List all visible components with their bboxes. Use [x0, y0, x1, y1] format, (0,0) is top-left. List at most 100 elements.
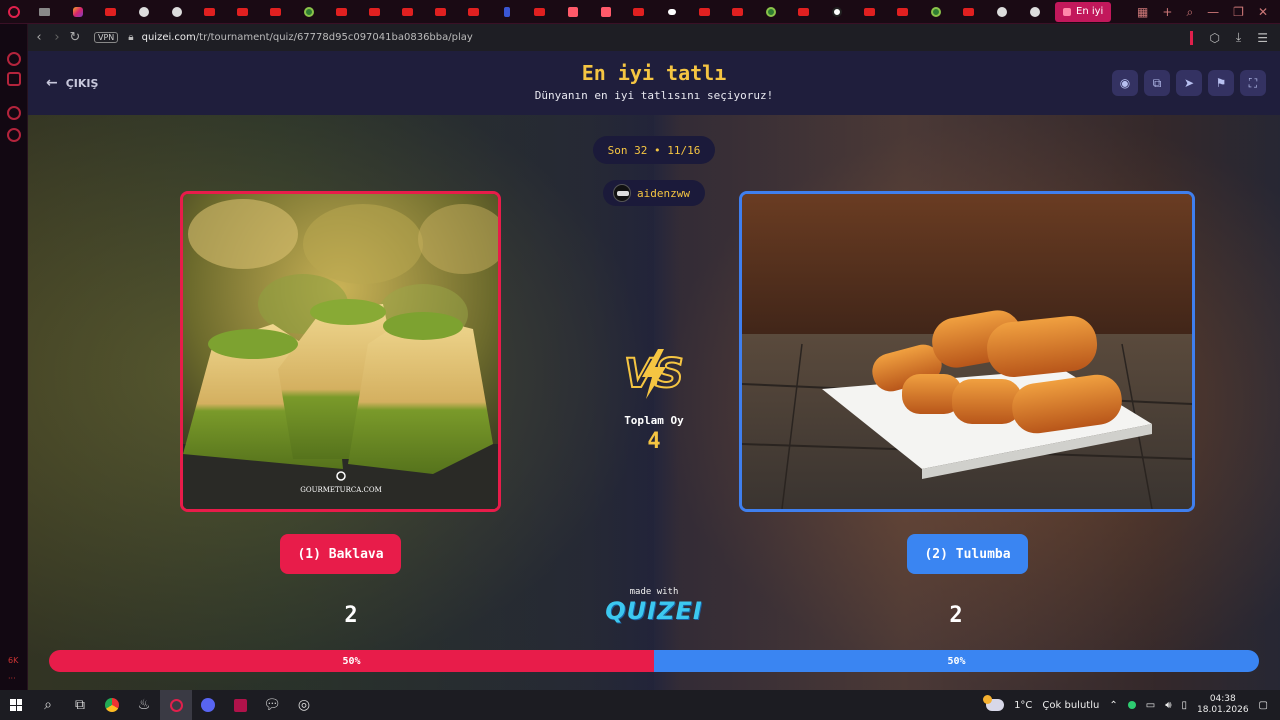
volume-icon[interactable]: 🔊︎ — [1165, 700, 1171, 711]
browser-tab[interactable] — [952, 0, 985, 24]
match-stage: Son 32 • 11/16 aidenzww GOURMETURCA.COM … — [28, 115, 1280, 690]
browser-tab[interactable] — [61, 0, 94, 24]
opera-gx-icon[interactable] — [160, 690, 192, 720]
browser-tab[interactable] — [424, 0, 457, 24]
weather-desc[interactable]: Çok bulutlu — [1042, 700, 1099, 711]
url-field[interactable]: quizei.com/tr/tournament/quiz/67778d95c0… — [142, 32, 473, 43]
send-icon[interactable]: ➤ — [1176, 70, 1202, 96]
notifications-icon[interactable]: ▢ — [1259, 700, 1268, 711]
option-card-baklava[interactable]: GOURMETURCA.COM — [180, 191, 501, 512]
instagram-icon — [72, 6, 83, 17]
app-icon — [600, 6, 611, 17]
tab-grid-icon[interactable]: ▦ — [1137, 5, 1148, 19]
clock[interactable]: 04:38 18.01.2026 — [1197, 694, 1249, 716]
fullscreen-icon[interactable]: ⛶ — [1240, 70, 1266, 96]
weather-icon[interactable] — [983, 695, 1005, 711]
browser-tab[interactable] — [754, 0, 787, 24]
browser-tab[interactable] — [523, 0, 556, 24]
quizei-logo[interactable]: QUIZEI — [594, 597, 714, 625]
back-icon[interactable]: ‹ — [30, 30, 48, 45]
download-icon[interactable]: ⤓ — [1236, 30, 1241, 45]
minimize-icon[interactable]: — — [1207, 5, 1219, 19]
more-icon[interactable]: ··· — [8, 674, 16, 683]
status-icon[interactable] — [1127, 701, 1136, 709]
chrome-icon[interactable] — [96, 690, 128, 720]
browser-tab[interactable] — [655, 0, 688, 24]
copy-icon[interactable]: ⧉ — [1144, 70, 1170, 96]
browser-tab[interactable] — [589, 0, 622, 24]
browser-tab[interactable] — [721, 0, 754, 24]
round-badge: Son 32 • 11/16 — [593, 136, 715, 164]
browser-tab[interactable] — [391, 0, 424, 24]
choose-baklava-button[interactable]: (1) Baklava — [280, 534, 401, 574]
browser-tab[interactable] — [28, 0, 61, 24]
close-icon[interactable]: ✕ — [1258, 5, 1268, 19]
weather-temp[interactable]: 1°C — [1014, 700, 1032, 711]
browser-tab[interactable] — [358, 0, 391, 24]
youtube-icon — [369, 7, 380, 16]
active-tab-label: En iyi — [1076, 6, 1104, 17]
browser-tab[interactable] — [259, 0, 292, 24]
forward-icon[interactable]: › — [48, 30, 66, 45]
menu-icon[interactable]: ☰ — [1257, 31, 1268, 45]
option-card-tulumba[interactable] — [739, 191, 1195, 512]
search-tabs-icon[interactable]: ⌕ — [1186, 5, 1193, 20]
browser-tab[interactable] — [919, 0, 952, 24]
url-path: /tr/tournament/quiz/67778d95c097041ba083… — [195, 32, 473, 43]
discord-icon[interactable] — [192, 690, 224, 720]
opera-logo-icon[interactable] — [0, 0, 28, 24]
browser-tab[interactable] — [622, 0, 655, 24]
browser-tab[interactable] — [853, 0, 886, 24]
made-with-label: made with — [629, 587, 679, 597]
browser-tab[interactable] — [160, 0, 193, 24]
player-icon[interactable] — [7, 106, 21, 120]
chevron-up-icon[interactable]: ⌃ — [1109, 700, 1117, 711]
active-browser-tab[interactable]: En iyi — [1055, 1, 1112, 22]
game-icon[interactable]: ◎ — [288, 690, 320, 720]
tulumba-progress-segment: 50% — [654, 650, 1259, 672]
lock-icon[interactable]: 🔒︎ — [128, 32, 133, 43]
browser-tab[interactable] — [325, 0, 358, 24]
browser-tab[interactable] — [1018, 0, 1051, 24]
browser-tab[interactable] — [226, 0, 259, 24]
browser-tab[interactable] — [94, 0, 127, 24]
browser-tab[interactable] — [556, 0, 589, 24]
browser-tab[interactable] — [787, 0, 820, 24]
task-view-icon[interactable]: ⧉ — [64, 690, 96, 720]
choose-tulumba-button[interactable]: (2) Tulumba — [907, 534, 1028, 574]
maximize-icon[interactable]: ❐ — [1233, 5, 1244, 19]
browser-tab[interactable] — [985, 0, 1018, 24]
windows-start-icon[interactable] — [0, 690, 32, 720]
browser-tab[interactable] — [688, 0, 721, 24]
battery-icon[interactable]: ▯ — [1182, 700, 1188, 711]
browser-tab[interactable] — [127, 0, 160, 24]
browser-tab[interactable] — [886, 0, 919, 24]
youtube-icon — [468, 7, 479, 16]
reload-icon[interactable]: ↻ — [66, 30, 84, 45]
total-votes-label: Toplam Oy — [624, 414, 684, 427]
browser-tab[interactable] — [820, 0, 853, 24]
workspaces-icon[interactable] — [7, 72, 21, 86]
flag-icon[interactable]: ⚑ — [1208, 70, 1234, 96]
chat-icon[interactable]: 💬︎ — [256, 690, 288, 720]
app-icon[interactable] — [224, 690, 256, 720]
user-badge[interactable]: aidenzww — [603, 180, 705, 206]
browser-tab[interactable] — [193, 0, 226, 24]
browser-tab[interactable] — [292, 0, 325, 24]
history-icon[interactable] — [7, 128, 21, 142]
spotify-icon — [303, 6, 314, 17]
new-tab-icon[interactable]: + — [1162, 5, 1172, 19]
network-icon[interactable]: ▭ — [1146, 700, 1155, 711]
steam-icon[interactable]: ♨ — [128, 690, 160, 720]
eye-icon[interactable]: ◉ — [1112, 70, 1138, 96]
browser-tab-strip: En iyi ▦ + ⌕ — ❐ ✕ — [0, 0, 1280, 24]
search-icon[interactable]: ⌕ — [32, 690, 64, 720]
vpn-badge[interactable]: VPN — [94, 32, 119, 43]
youtube-icon — [732, 7, 743, 16]
extensions-icon[interactable]: ⬡ — [1209, 31, 1219, 45]
youtube-icon — [633, 7, 644, 16]
browser-tab[interactable] — [490, 0, 523, 24]
browser-tab[interactable] — [457, 0, 490, 24]
aria-icon[interactable] — [7, 52, 21, 66]
youtube-icon — [699, 7, 710, 16]
